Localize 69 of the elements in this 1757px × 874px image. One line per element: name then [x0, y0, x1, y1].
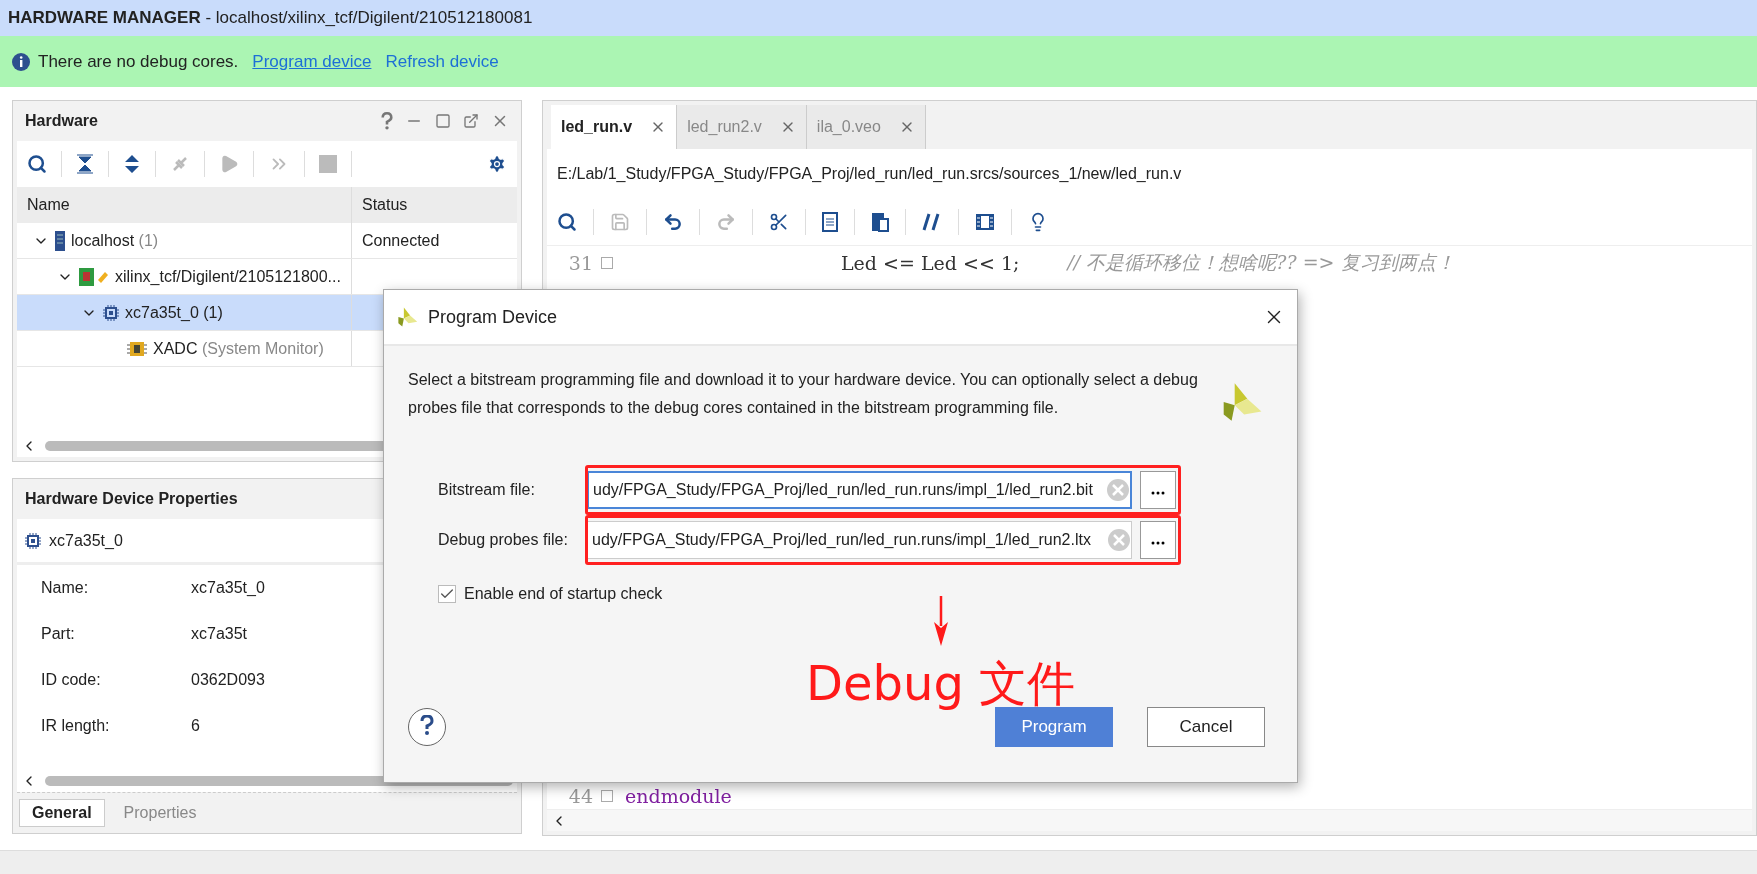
logo-icon: [396, 306, 418, 328]
settings-icon[interactable]: [487, 154, 507, 174]
property-label: Part:: [41, 625, 76, 643]
field-label: Bitstream file:: [438, 481, 536, 499]
comment-icon[interactable]: [922, 212, 942, 232]
banner-link[interactable]: Refresh device: [385, 51, 499, 72]
help-icon[interactable]: [381, 112, 393, 130]
node-label: XADC (System Monitor): [153, 339, 324, 358]
file-field[interactable]: udy/FPGA_Study/FPGA_Proj/led_run/led_run.runs/impl_1/led_run2.bit: [587, 471, 1132, 509]
node-label: xc7a35t_0 (1): [125, 303, 223, 322]
undo-icon[interactable]: [663, 212, 683, 232]
help-button[interactable]: [408, 708, 446, 746]
info-icon: [12, 52, 30, 71]
fold-icon[interactable]: [601, 790, 613, 802]
field-label: Debug probes file:: [438, 531, 569, 549]
copy-icon[interactable]: [822, 212, 838, 232]
cancel-button[interactable]: Cancel: [1147, 707, 1265, 747]
line-number: 44: [567, 785, 593, 807]
search-icon[interactable]: [27, 154, 47, 174]
column-header: Name: [27, 196, 70, 214]
device-name: xc7a35t_0: [49, 531, 123, 550]
program-button[interactable]: Program: [995, 707, 1113, 747]
file-path: E:/Lab/1_Study/FPGA_Study/FPGA_Proj/led_run/led_run.srcs/sources_1/new/led_run.v: [556, 164, 1183, 184]
node-label: localhost (1): [71, 231, 159, 250]
code-comment: // 不是循环移位！想啥呢?? => 复习到两点！: [1067, 250, 1455, 275]
chip-icon: [25, 532, 41, 549]
window-title: HARDWARE MANAGER - localhost/xilinx_tcf/Digilent/210512180081: [0, 0, 1757, 36]
panel-title: Hardware Device Properties: [25, 490, 239, 508]
adc-icon: [127, 339, 147, 358]
property-label: Name:: [41, 579, 90, 597]
collapse-icon[interactable]: [76, 154, 94, 174]
paste-icon[interactable]: [871, 212, 889, 232]
float-icon[interactable]: [463, 113, 479, 129]
ellipsis-icon: [1151, 490, 1165, 495]
annotation-arrow: [933, 596, 949, 646]
maximize-icon[interactable]: [435, 113, 451, 129]
column-header: Status: [362, 196, 408, 214]
dialog-description: Select a bitstream programming file and download it to your hardware device. You can optionally select a debug probes file that corresponds to the debug cores contained in the bitstream programming file.: [408, 370, 1199, 418]
panel-tab[interactable]: General: [19, 799, 105, 827]
browse-button[interactable]: [1140, 521, 1176, 559]
property-value: xc7a35t: [191, 625, 249, 643]
cut-icon[interactable]: [769, 212, 789, 232]
banner-message: There are no debug cores.: [38, 51, 239, 72]
browse-button[interactable]: [1140, 471, 1176, 509]
panel-title: Hardware: [25, 112, 99, 130]
file-field[interactable]: udy/FPGA_Study/FPGA_Proj/led_run/led_run.runs/impl_1/led_run2.ltx: [587, 521, 1132, 559]
board-icon: [79, 267, 109, 286]
film-icon[interactable]: [975, 212, 995, 232]
banner-link[interactable]: Program device: [252, 51, 372, 72]
checkbox[interactable]: [438, 585, 456, 603]
property-value: 6: [191, 717, 201, 735]
code-text: endmodule: [625, 785, 732, 807]
server-icon: [55, 230, 65, 251]
chip-icon: [103, 304, 119, 321]
checkbox-label: Enable end of startup check: [464, 585, 663, 603]
tree-row[interactable]: localhost (1) Connected: [17, 223, 517, 259]
property-label: ID code:: [41, 671, 102, 689]
property-value: 0362D093: [191, 671, 265, 689]
expand-icon[interactable]: [123, 154, 141, 174]
property-value: xc7a35t_0: [191, 579, 265, 597]
editor-tab[interactable]: led_run.v: [551, 105, 678, 149]
line-number: 31: [567, 252, 593, 274]
node-label: xilinx_tcf/Digilent/2105121800...: [115, 267, 341, 286]
code-text: Led <= Led << 1;: [841, 252, 1020, 274]
question-icon: [420, 714, 434, 735]
property-label: IR length:: [41, 717, 111, 735]
search-icon[interactable]: [557, 212, 577, 232]
status-text: Connected: [362, 231, 440, 250]
ellipsis-icon: [1151, 540, 1165, 545]
